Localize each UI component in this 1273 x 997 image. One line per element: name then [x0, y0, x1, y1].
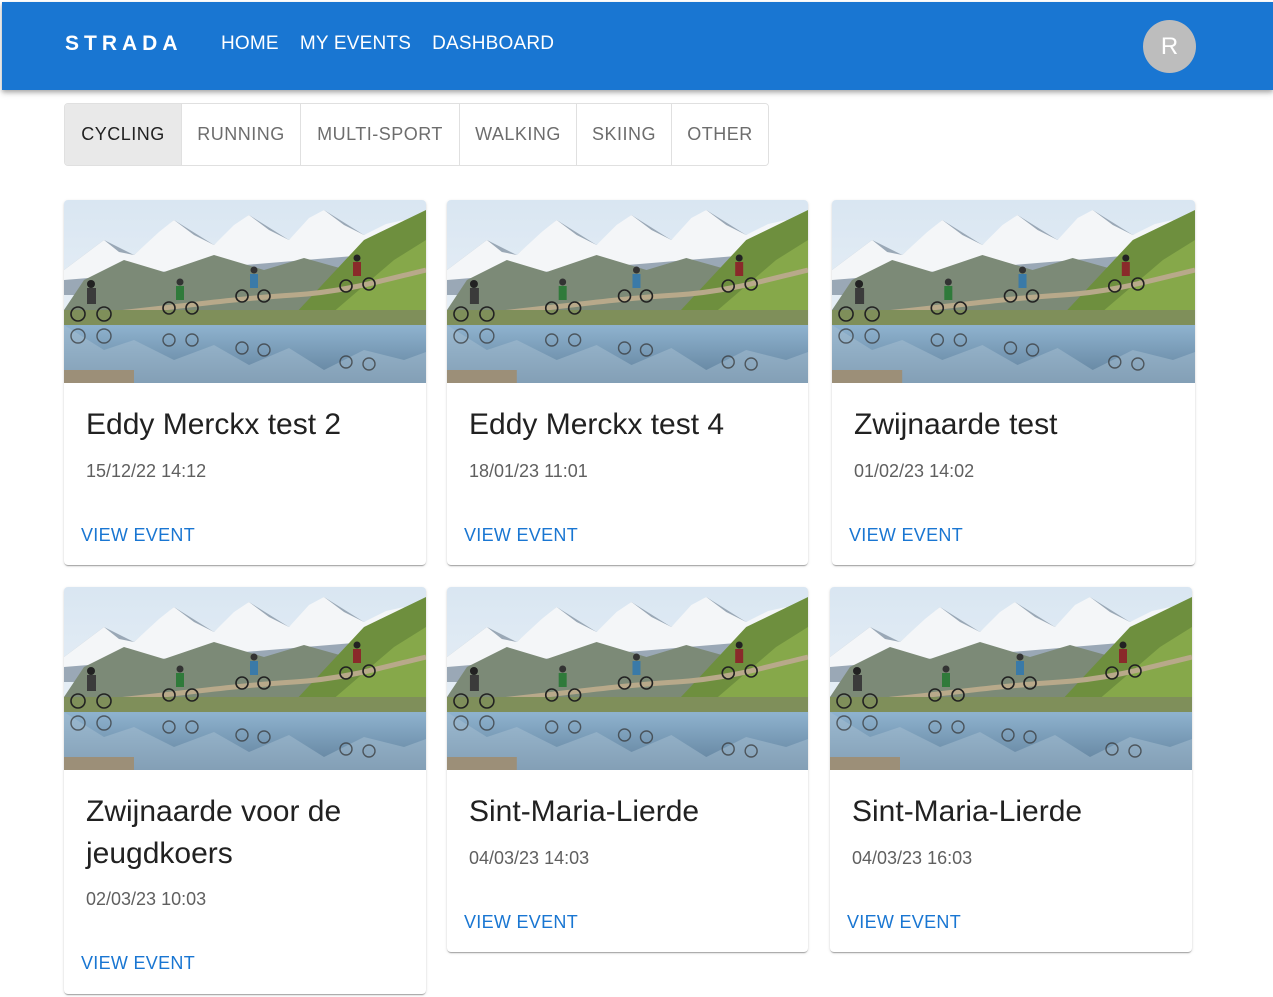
event-title: Zwijnaarde test	[854, 408, 1058, 441]
event-card: Sint-Maria-Lierde 04/03/23 14:03 VIEW EV…	[447, 587, 808, 952]
event-title: Sint-Maria-Lierde	[469, 795, 700, 828]
tab-other[interactable]: OTHER	[672, 104, 768, 165]
event-card: Zwijnaarde test 01/02/23 14:02 VIEW EVEN…	[832, 200, 1195, 565]
mountain-lake-cyclists-image	[447, 587, 808, 770]
event-date: 01/02/23 14:02	[854, 461, 975, 481]
mountain-lake-cyclists-image	[830, 587, 1192, 770]
event-title: Eddy Merckx test 4	[469, 408, 725, 441]
event-card-media[interactable]	[64, 200, 426, 383]
event-card-media[interactable]	[447, 587, 808, 770]
mountain-lake-cyclists-image	[832, 200, 1195, 383]
event-card: Zwijnaarde voor de jeugdkoers 02/03/23 1…	[64, 587, 426, 994]
event-title: Sint-Maria-Lierde	[852, 795, 1083, 828]
tab-multi-sport[interactable]: MULTI-SPORT	[301, 104, 460, 165]
event-card-media[interactable]	[64, 587, 426, 770]
mountain-lake-cyclists-image	[64, 200, 426, 383]
user-avatar[interactable]: R	[1143, 20, 1196, 73]
event-date: 04/03/23 14:03	[469, 848, 590, 868]
event-title: Zwijnaarde voor de jeugdkoers	[86, 795, 342, 870]
view-event-button[interactable]: VIEW EVENT	[847, 912, 961, 933]
mountain-lake-cyclists-image	[64, 587, 426, 770]
nav-home[interactable]: HOME	[221, 33, 279, 55]
event-date: 02/03/23 10:03	[86, 889, 207, 909]
app-bar: STRADA HOME MY EVENTS DASHBOARD R	[2, 2, 1273, 90]
mountain-lake-cyclists-image	[447, 200, 808, 383]
event-card: Sint-Maria-Lierde 04/03/23 16:03 VIEW EV…	[830, 587, 1192, 952]
event-card: Eddy Merckx test 4 18/01/23 11:01 VIEW E…	[447, 200, 808, 565]
event-card-media[interactable]	[447, 200, 808, 383]
view-event-button[interactable]: VIEW EVENT	[464, 525, 578, 546]
nav-dashboard[interactable]: DASHBOARD	[432, 33, 554, 55]
event-title: Eddy Merckx test 2	[86, 408, 342, 441]
view-event-button[interactable]: VIEW EVENT	[81, 525, 195, 546]
nav-my-events[interactable]: MY EVENTS	[300, 33, 411, 55]
tab-walking[interactable]: WALKING	[460, 104, 577, 165]
event-date: 18/01/23 11:01	[469, 461, 588, 481]
view-event-button[interactable]: VIEW EVENT	[81, 953, 195, 974]
tab-skiing[interactable]: SKIING	[577, 104, 672, 165]
event-card-media[interactable]	[832, 200, 1195, 383]
brand-logo[interactable]: STRADA	[65, 32, 183, 56]
view-event-button[interactable]: VIEW EVENT	[464, 912, 578, 933]
event-card-media[interactable]	[830, 587, 1192, 770]
main-nav: HOME MY EVENTS DASHBOARD	[221, 33, 554, 55]
tab-cycling[interactable]: CYCLING	[65, 104, 182, 165]
event-date: 04/03/23 16:03	[852, 848, 973, 868]
sport-filter-tabs: CYCLING RUNNING MULTI-SPORT WALKING SKII…	[64, 103, 769, 166]
event-date: 15/12/22 14:12	[86, 461, 207, 481]
event-card: Eddy Merckx test 2 15/12/22 14:12 VIEW E…	[64, 200, 426, 565]
tab-running[interactable]: RUNNING	[182, 104, 301, 165]
view-event-button[interactable]: VIEW EVENT	[849, 525, 963, 546]
